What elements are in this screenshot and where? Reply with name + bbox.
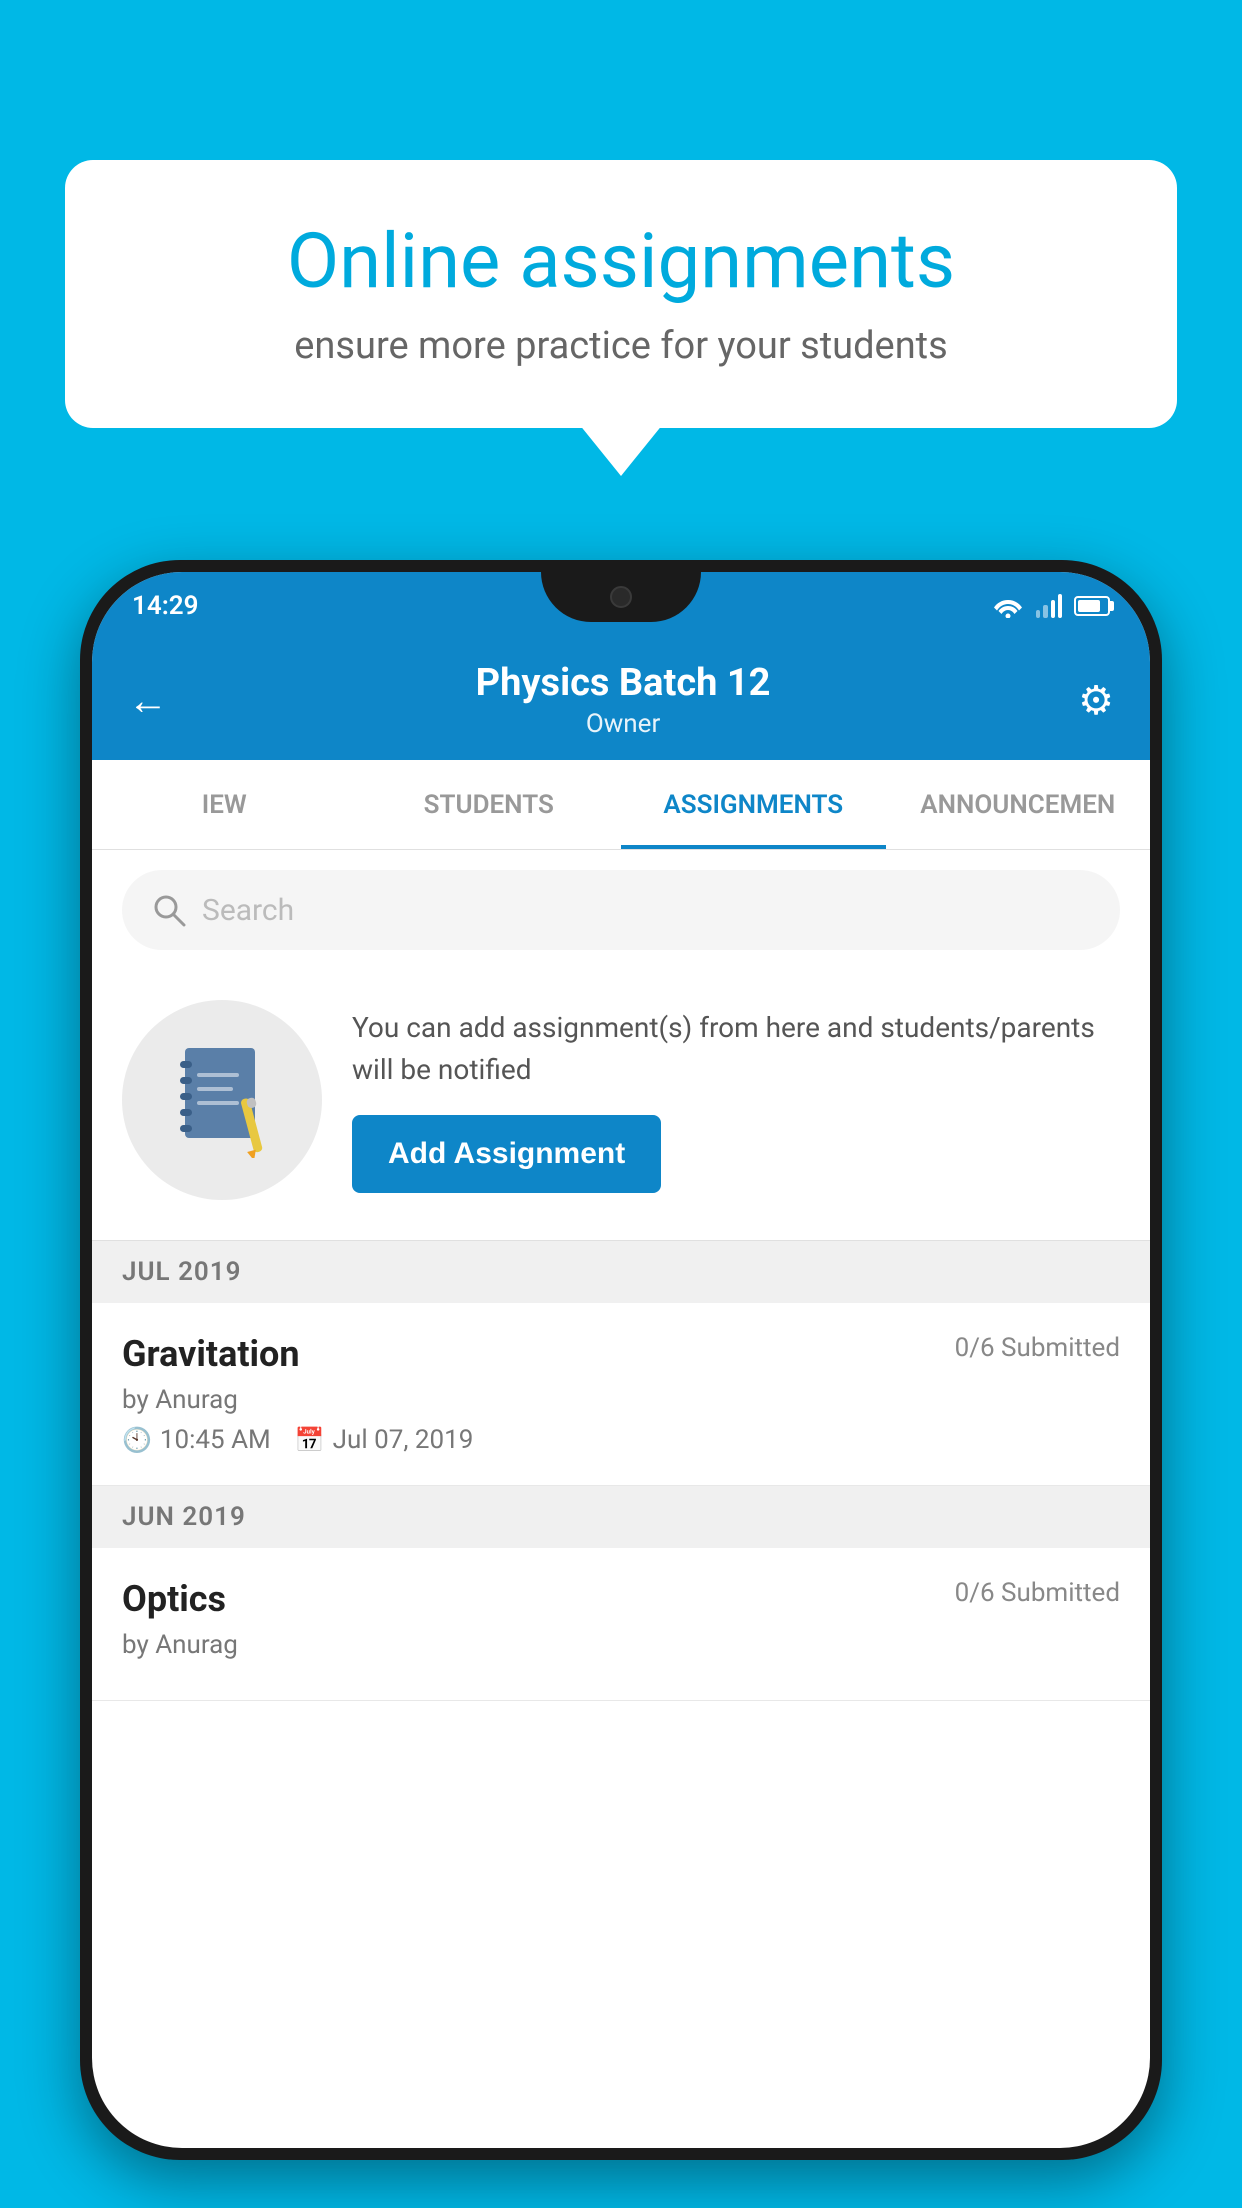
search-placeholder: Search — [202, 893, 294, 928]
assignment-item-optics[interactable]: Optics 0/6 Submitted by Anurag — [92, 1548, 1150, 1701]
status-time: 14:29 — [132, 591, 199, 621]
search-container: Search — [92, 850, 1150, 970]
notebook-icon — [175, 1043, 270, 1158]
assignment-name-gravitation: Gravitation — [122, 1333, 300, 1375]
signal-icon — [1036, 594, 1062, 618]
speech-bubble: Online assignments ensure more practice … — [65, 160, 1177, 428]
header-title-group: Physics Batch 12 Owner — [476, 661, 771, 739]
assignment-time-gravitation: 10:45 AM — [160, 1425, 271, 1455]
assignment-meta-gravitation: 🕙 10:45 AM 📅 Jul 07, 2019 — [122, 1425, 1120, 1455]
tab-item-students[interactable]: STUDENTS — [357, 760, 622, 849]
tab-item-announcements[interactable]: ANNOUNCEMEN — [886, 760, 1151, 849]
status-icons — [992, 594, 1110, 618]
promo-section: You can add assignment(s) from here and … — [92, 970, 1150, 1241]
camera — [610, 586, 632, 608]
speech-bubble-subtitle: ensure more practice for your students — [135, 324, 1107, 368]
promo-description: You can add assignment(s) from here and … — [352, 1007, 1120, 1091]
tab-bar: IEW STUDENTS ASSIGNMENTS ANNOUNCEMEN — [92, 760, 1150, 850]
promo-icon-circle — [122, 1000, 322, 1200]
month-header-jul: JUL 2019 — [92, 1241, 1150, 1303]
wifi-icon — [992, 594, 1024, 618]
notch — [541, 572, 701, 622]
clock-icon: 🕙 — [122, 1426, 152, 1454]
app-header: ← Physics Batch 12 Owner ⚙ — [92, 640, 1150, 760]
settings-icon[interactable]: ⚙ — [1078, 677, 1114, 724]
phone-inner: 14:29 — [92, 572, 1150, 2148]
meta-time-gravitation: 🕙 10:45 AM — [122, 1425, 271, 1455]
speech-bubble-title: Online assignments — [135, 220, 1107, 304]
month-header-jun: JUN 2019 — [92, 1486, 1150, 1548]
assignment-date-gravitation: Jul 07, 2019 — [333, 1425, 474, 1455]
add-assignment-button[interactable]: Add Assignment — [352, 1115, 661, 1193]
assignment-top-optics: Optics 0/6 Submitted — [122, 1578, 1120, 1620]
header-title: Physics Batch 12 — [476, 661, 771, 705]
back-button[interactable]: ← — [128, 677, 168, 724]
assignment-item-gravitation[interactable]: Gravitation 0/6 Submitted by Anurag 🕙 10… — [92, 1303, 1150, 1486]
assignment-submitted-optics: 0/6 Submitted — [955, 1578, 1120, 1608]
phone-frame: 14:29 — [80, 560, 1162, 2160]
calendar-icon: 📅 — [295, 1426, 325, 1454]
assignment-author-gravitation: by Anurag — [122, 1385, 1120, 1415]
header-subtitle: Owner — [476, 709, 771, 739]
speech-bubble-container: Online assignments ensure more practice … — [65, 160, 1177, 428]
search-bar[interactable]: Search — [122, 870, 1120, 950]
promo-content: You can add assignment(s) from here and … — [352, 1007, 1120, 1193]
search-icon — [152, 893, 186, 927]
assignment-name-optics: Optics — [122, 1578, 226, 1620]
meta-date-gravitation: 📅 Jul 07, 2019 — [295, 1425, 474, 1455]
status-bar: 14:29 — [92, 572, 1150, 640]
tab-item-assignments[interactable]: ASSIGNMENTS — [621, 760, 886, 849]
battery-icon — [1074, 596, 1110, 616]
tab-item-iew[interactable]: IEW — [92, 760, 357, 849]
assignment-author-optics: by Anurag — [122, 1630, 1120, 1660]
assignment-submitted-gravitation: 0/6 Submitted — [955, 1333, 1120, 1363]
assignment-top: Gravitation 0/6 Submitted — [122, 1333, 1120, 1375]
